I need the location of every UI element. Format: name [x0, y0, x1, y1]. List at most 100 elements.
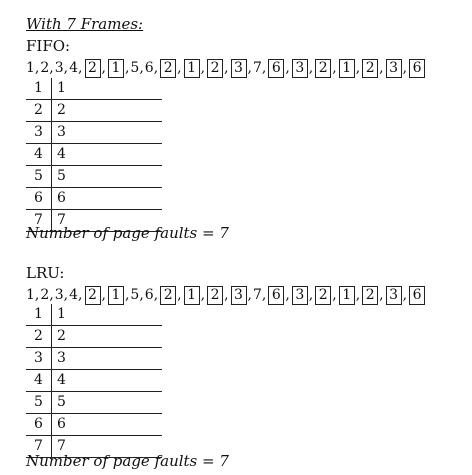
fifo-frame-table: 11223344556677 [26, 78, 162, 232]
frame-page-value: 5 [57, 168, 66, 184]
page-hit-ref: 2, [84, 285, 107, 305]
comma-separator: , [355, 287, 361, 303]
page-hit-ref: 6, [267, 58, 290, 78]
boxed-page-number: 1 [183, 58, 200, 78]
comma-separator: , [247, 60, 252, 76]
frame-index: 4 [26, 144, 52, 165]
boxed-page-number: 1 [107, 58, 124, 78]
frame-index: 6 [26, 414, 52, 435]
frame-row: 22 [26, 100, 162, 122]
fifo-page-faults: Number of page faults = 7 [26, 224, 229, 242]
comma-separator: , [285, 60, 290, 76]
page-hit-ref: 1, [183, 285, 206, 305]
lru-title: LRU: [26, 264, 65, 282]
comma-separator: , [124, 60, 130, 76]
comma-separator: , [308, 60, 314, 76]
page-ref: 5, [130, 287, 144, 303]
boxed-page-number: 2 [315, 58, 332, 78]
page-hit-ref: 2, [159, 58, 182, 78]
frame-index: 6 [26, 188, 52, 209]
boxed-page-number: 2 [160, 285, 177, 305]
comma-separator: , [124, 287, 130, 303]
boxed-page-number: 2 [362, 58, 379, 78]
boxed-page-number: 1 [338, 285, 355, 305]
page-ref: 4, [69, 60, 83, 76]
page-number: 5 [130, 287, 140, 303]
document-heading: With 7 Frames: [26, 15, 144, 33]
page-number: 6 [144, 60, 154, 76]
comma-separator: , [224, 60, 229, 76]
comma-separator: , [177, 60, 182, 76]
page-hit-ref: 2, [314, 285, 337, 305]
page-hit-ref: 1, [107, 58, 130, 78]
frame-page-value: 5 [57, 394, 66, 410]
frame-page-value: 4 [57, 372, 66, 388]
boxed-page-number: 2 [207, 285, 224, 305]
comma-separator: , [332, 60, 337, 76]
page-number: 7 [252, 60, 262, 76]
frame-index: 3 [26, 348, 52, 369]
frame-index: 2 [26, 326, 52, 347]
page-hit-ref: 2, [84, 58, 107, 78]
frame-index: 3 [26, 122, 52, 143]
frame-page-value: 6 [57, 190, 66, 206]
frame-row: 66 [26, 414, 162, 436]
boxed-page-number: 2 [207, 58, 224, 78]
boxed-page-number: 2 [84, 285, 101, 305]
lru-frame-table: 11223344556677 [26, 304, 162, 458]
fifo-reference-string: 1,2,3,4,2,1,5,6,2,1,2,3,7,6,3,2,1,2,3,6 [26, 57, 426, 79]
page-hit-ref: 1, [338, 285, 361, 305]
comma-separator: , [261, 60, 267, 76]
boxed-page-number: 2 [315, 285, 332, 305]
boxed-page-number: 6 [409, 58, 426, 78]
comma-separator: , [34, 287, 40, 303]
page-number: 4 [69, 287, 79, 303]
page-hit-ref: 1, [107, 285, 130, 305]
page-number: 3 [54, 287, 64, 303]
comma-separator: , [200, 287, 206, 303]
comma-separator: , [308, 287, 314, 303]
page-hit-ref: 1, [338, 58, 361, 78]
frame-page-value: 4 [57, 146, 66, 162]
boxed-page-number: 3 [230, 58, 247, 78]
page-hit-ref: 2, [206, 58, 229, 78]
frame-page-value: 1 [57, 80, 66, 96]
comma-separator: , [402, 60, 408, 76]
comma-separator: , [379, 60, 384, 76]
frame-page-value: 2 [57, 328, 66, 344]
frame-index: 4 [26, 370, 52, 391]
boxed-page-number: 3 [291, 285, 308, 305]
frame-page-value: 1 [57, 306, 66, 322]
page-hit-ref: 3, [291, 58, 314, 78]
comma-separator: , [49, 60, 54, 76]
comma-separator: , [177, 287, 182, 303]
frame-row: 33 [26, 122, 162, 144]
page-hit-ref: 6 [408, 58, 426, 78]
frame-index: 1 [26, 304, 52, 325]
frame-row: 55 [26, 166, 162, 188]
page-number: 1 [26, 60, 35, 76]
comma-separator: , [285, 287, 290, 303]
frame-page-value: 2 [57, 102, 66, 118]
page-hit-ref: 2, [159, 285, 182, 305]
frame-page-value: 3 [57, 124, 66, 140]
page-ref: 4, [69, 287, 83, 303]
page-hit-ref: 3, [385, 58, 408, 78]
frame-page-value: 3 [57, 350, 66, 366]
comma-separator: , [224, 287, 229, 303]
boxed-page-number: 3 [291, 58, 308, 78]
frame-row: 33 [26, 348, 162, 370]
comma-separator: , [355, 60, 361, 76]
frame-page-value: 6 [57, 416, 66, 432]
page-hit-ref: 3, [385, 285, 408, 305]
comma-separator: , [63, 60, 69, 76]
page-hit-ref: 6, [267, 285, 290, 305]
page-hit-ref: 2, [361, 58, 384, 78]
comma-separator: , [153, 60, 159, 76]
frame-index: 5 [26, 166, 52, 187]
frame-row: 55 [26, 392, 162, 414]
comma-separator: , [78, 287, 83, 303]
page-ref: 2, [40, 60, 54, 76]
comma-separator: , [139, 60, 144, 76]
page-ref: 7, [253, 287, 267, 303]
